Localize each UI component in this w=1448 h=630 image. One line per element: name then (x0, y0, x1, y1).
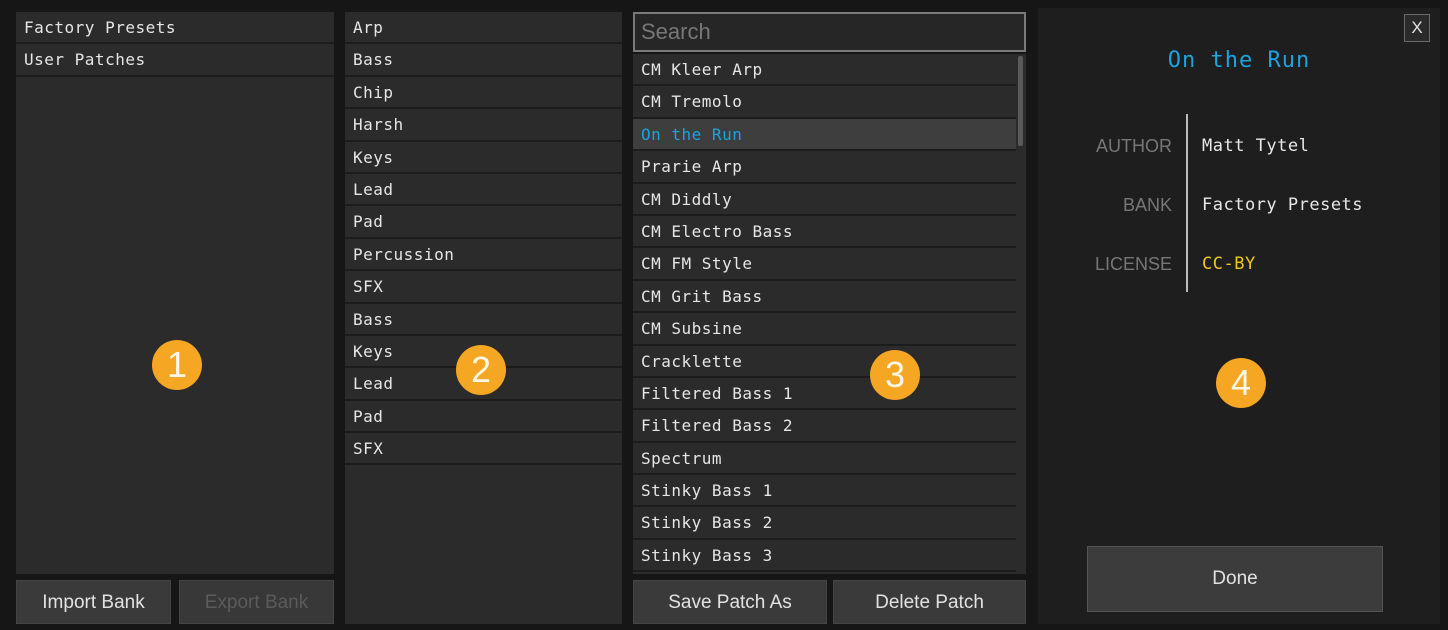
patch-item[interactable]: Prarie Arp (633, 151, 1016, 184)
patch-item[interactable]: Spectrum (633, 443, 1016, 476)
search-input[interactable] (633, 12, 1026, 52)
marker-badge-2: 2 (456, 345, 506, 395)
folder-item-bass[interactable]: Bass (345, 44, 622, 77)
marker-badge-1: 1 (152, 340, 202, 390)
patch-item[interactable]: Stinky Bass 1 (633, 475, 1016, 508)
folder-item-arp[interactable]: Arp (345, 12, 622, 45)
folder-item-chip[interactable]: Chip (345, 77, 622, 110)
done-button[interactable]: Done (1087, 546, 1383, 612)
delete-patch-button[interactable]: Delete Patch (833, 580, 1026, 624)
patch-item[interactable]: CM Grit Bass (633, 281, 1016, 314)
export-bank-button: Export Bank (179, 580, 334, 624)
folder-item-harsh[interactable]: Harsh (345, 109, 622, 142)
marker-badge-3: 3 (870, 350, 920, 400)
folder-item-pad[interactable]: Pad (345, 206, 622, 239)
patch-item[interactable]: CM Electro Bass (633, 216, 1016, 249)
patch-item[interactable]: CM FM Style (633, 248, 1016, 281)
patch-item[interactable]: Stinky Bass 2 (633, 507, 1016, 540)
bank-value: Factory Presets (1202, 195, 1364, 215)
patch-item[interactable]: Filtered Bass 2 (633, 410, 1016, 443)
patch-item[interactable]: CM Subsine (633, 313, 1016, 346)
patch-list: CM Kleer Arp CM Tremolo On the Run Prari… (633, 54, 1016, 573)
patch-item-selected[interactable]: On the Run (633, 118, 1016, 152)
patch-item[interactable]: CM Tremolo (633, 86, 1016, 119)
patch-detail-panel: X On the Run AUTHOR Matt Tytel BANK Fact… (1038, 8, 1440, 624)
import-bank-button[interactable]: Import Bank (16, 580, 171, 624)
close-button[interactable]: X (1404, 14, 1430, 42)
marker-badge-4: 4 (1216, 358, 1266, 408)
patch-name-title: On the Run (1167, 48, 1311, 73)
author-value: Matt Tytel (1202, 136, 1310, 156)
patch-item[interactable]: CM Diddly (633, 184, 1016, 216)
folder-item-lead[interactable]: Lead (345, 174, 622, 207)
bank-item-user-patches[interactable]: User Patches (16, 44, 334, 77)
patch-list-scrollbar[interactable] (1018, 56, 1023, 146)
folder-item-pad-2[interactable]: Pad (345, 401, 622, 434)
bank-item-factory-presets[interactable]: Factory Presets (16, 12, 334, 45)
license-label: LICENSE (1094, 254, 1172, 274)
license-value: CC-BY (1202, 254, 1256, 274)
folder-panel: Arp Bass Chip Harsh Keys Lead Pad Percus… (345, 12, 622, 624)
bank-label: BANK (1122, 195, 1172, 215)
bank-list: Factory Presets User Patches (16, 12, 334, 77)
folder-item-sfx[interactable]: SFX (345, 271, 622, 304)
save-patch-as-button[interactable]: Save Patch As (633, 580, 827, 624)
folder-item-percussion[interactable]: Percussion (345, 239, 622, 272)
patch-item[interactable]: Filtered Bass 1 (633, 378, 1016, 411)
folder-item-keys[interactable]: Keys (345, 142, 622, 174)
patch-item[interactable]: CM Kleer Arp (633, 54, 1016, 87)
author-label: AUTHOR (1096, 136, 1172, 156)
patch-item[interactable]: Cracklette (633, 346, 1016, 378)
bank-panel: Factory Presets User Patches (16, 12, 334, 574)
folder-list: Arp Bass Chip Harsh Keys Lead Pad Percus… (345, 12, 622, 466)
folder-item-sfx-2[interactable]: SFX (345, 433, 622, 466)
metadata-divider (1186, 114, 1188, 292)
patch-item[interactable]: Stinky Bass 3 (633, 540, 1016, 573)
patch-panel: CM Kleer Arp CM Tremolo On the Run Prari… (633, 54, 1026, 574)
folder-item-bass-2[interactable]: Bass (345, 304, 622, 336)
